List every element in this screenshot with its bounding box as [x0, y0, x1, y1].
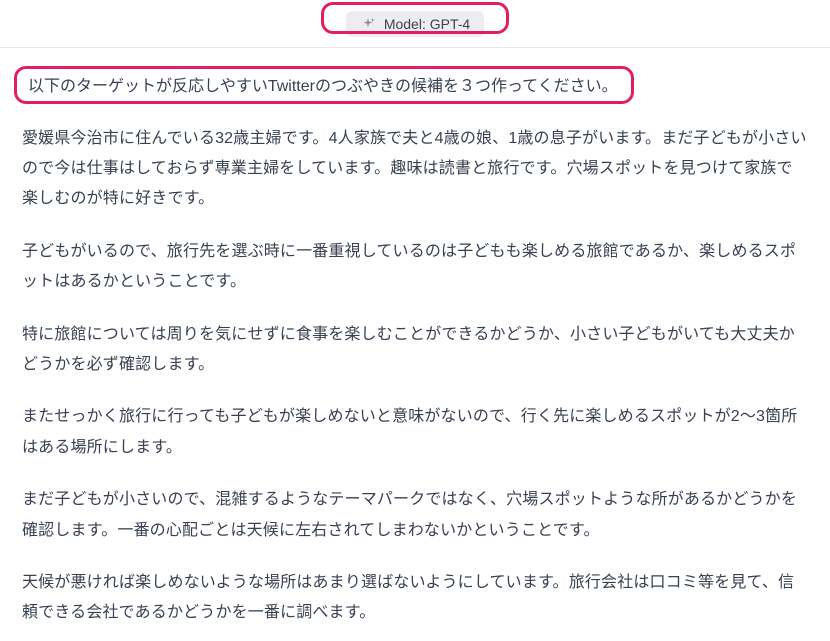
message-content: 以下のターゲットが反応しやすいTwitterのつぶやきの候補を３つ作ってください… [0, 48, 830, 629]
header-bar: Model: GPT-4 [0, 0, 830, 48]
user-prompt-line: 以下のターゲットが反応しやすいTwitterのつぶやきの候補を３つ作ってください… [22, 70, 624, 104]
model-label: Model: GPT-4 [384, 16, 470, 32]
persona-paragraph: 子どもがいるので、旅行先を選ぶ時に一番重視しているのは子どもも楽しめる旅館である… [22, 237, 808, 298]
persona-paragraph: まだ子どもが小さいので、混雑するようなテーマパークではなく、穴場スポットような所… [22, 485, 808, 546]
persona-paragraph: 特に旅館については周りを気にせずに食事を楽しむことができるかどうか、小さい子ども… [22, 320, 808, 381]
persona-paragraph: 天候が悪ければ楽しめないような場所はあまり選ばないようにしています。旅行会社は口… [22, 568, 808, 629]
persona-paragraph: またせっかく旅行に行っても子どもが楽しめないと意味がないので、行く先に楽しめるス… [22, 402, 808, 463]
sparkle-icon [360, 16, 376, 32]
model-selector-pill[interactable]: Model: GPT-4 [346, 11, 484, 37]
persona-paragraph: 愛媛県今治市に住んでいる32歳主婦です。4人家族で夫と4歳の娘、1歳の息子がいま… [22, 124, 808, 215]
